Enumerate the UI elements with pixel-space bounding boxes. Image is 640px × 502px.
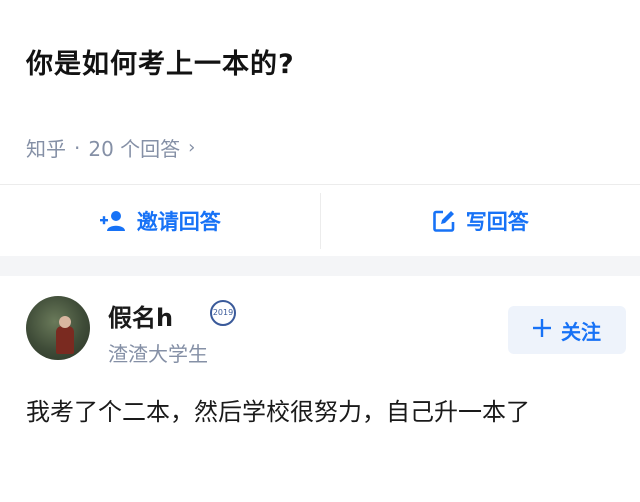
- author-description: 渣渣大学生: [108, 342, 208, 366]
- badge-icon: 2019: [210, 300, 236, 326]
- zhihu-question-screen: 你是如何考上一本的? 知乎 · 20 个回答 › 邀请回答 写回答 假名h 20…: [0, 0, 640, 502]
- meta-separator: ·: [74, 135, 81, 160]
- section-gap: [0, 256, 640, 276]
- answer-action-bar: 邀请回答 写回答: [0, 184, 640, 257]
- add-user-icon: [99, 210, 127, 232]
- author-name[interactable]: 假名h: [108, 298, 173, 333]
- avatar-head: [59, 316, 71, 328]
- answer-text[interactable]: 我考了个二本，然后学校很努力，自己升一本了: [26, 390, 616, 434]
- plus-icon: [533, 318, 551, 343]
- invite-answer-label: 邀请回答: [136, 210, 221, 234]
- chevron-right-icon: ›: [188, 137, 196, 158]
- avatar-figure: [56, 326, 74, 354]
- question-title[interactable]: 你是如何考上一本的?: [26, 42, 295, 81]
- edit-icon: [432, 209, 456, 233]
- write-answer-label: 写回答: [465, 210, 529, 234]
- source-label: 知乎: [26, 137, 66, 161]
- follow-label: 关注: [561, 319, 601, 344]
- invite-answer-button[interactable]: 邀请回答: [0, 185, 320, 257]
- write-answer-button[interactable]: 写回答: [321, 185, 640, 257]
- author-row: 假名h 2019 渣渣大学生 关注: [26, 294, 626, 366]
- avatar[interactable]: [26, 296, 90, 360]
- question-meta[interactable]: 知乎 · 20 个回答 ›: [26, 133, 195, 162]
- follow-button[interactable]: 关注: [508, 306, 626, 354]
- answer-count: 20 个回答: [88, 137, 181, 161]
